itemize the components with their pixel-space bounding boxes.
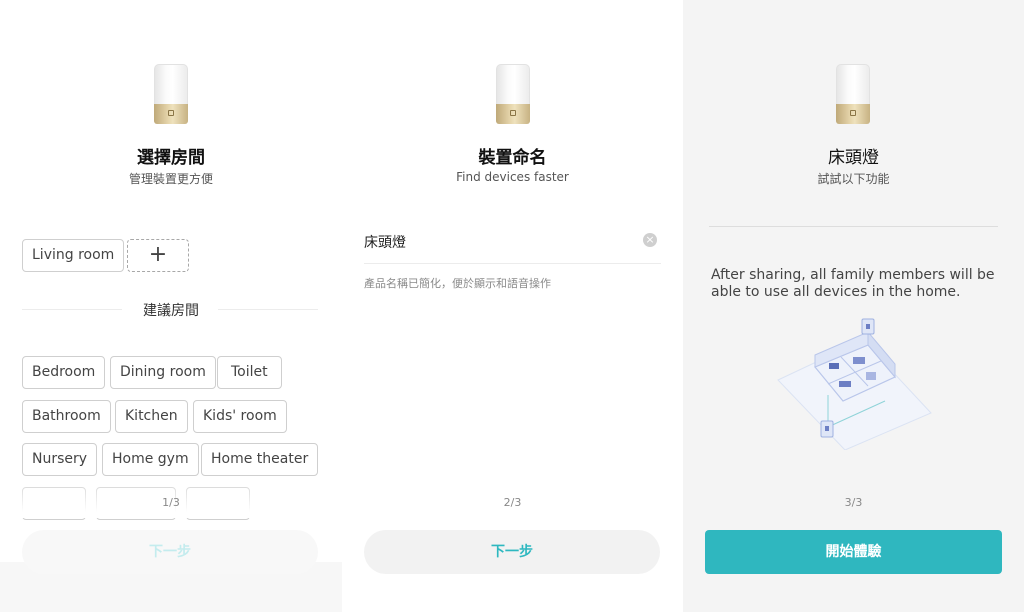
page-indicator: 3/3 — [844, 496, 863, 509]
room-chip-toilet[interactable]: Toilet — [217, 356, 282, 389]
start-experience-button[interactable]: 開始體驗 — [705, 530, 1002, 574]
bedside-lamp-image — [496, 64, 530, 124]
room-chip-nursery[interactable]: Nursery — [22, 443, 98, 476]
bedside-lamp-image — [154, 64, 188, 124]
add-room-button[interactable]: + — [127, 239, 189, 272]
divider-right — [218, 309, 318, 310]
page-subtitle: Find devices faster — [456, 170, 569, 184]
page-subtitle: 試試以下功能 — [817, 172, 890, 186]
page-title: 床頭燈 — [828, 148, 879, 168]
room-chip-bathroom[interactable]: Bathroom — [22, 400, 111, 433]
clear-icon[interactable]: × — [643, 233, 657, 247]
room-chip-dining-room[interactable]: Dining room — [110, 356, 216, 389]
page-subtitle: 管理裝置更方便 — [128, 172, 213, 186]
suggested-rooms-heading: 建議房間 — [143, 303, 199, 319]
page-title: 裝置命名 — [478, 148, 547, 168]
room-chip-home-theater[interactable]: Home theater — [201, 443, 319, 476]
name-hint: 產品名稱已簡化，便於顯示和語音操作 — [364, 277, 551, 290]
room-chip-kids-room[interactable]: Kids' room — [193, 400, 287, 433]
page-title: 選擇房間 — [137, 148, 205, 168]
page-indicator: 2/3 — [503, 496, 522, 509]
next-button[interactable]: 下一步 — [364, 530, 660, 574]
next-button[interactable]: 下一步 — [22, 530, 318, 574]
input-underline — [364, 263, 661, 264]
device-name-input[interactable]: 床頭燈 — [364, 232, 406, 252]
section-divider — [709, 226, 998, 227]
room-chip-bedroom[interactable]: Bedroom — [22, 356, 106, 389]
bedside-lamp-image — [836, 64, 870, 124]
page-indicator: 1/3 — [162, 496, 180, 509]
onboarding-screens: 選擇房間 管理裝置更方便 Living room + 建議房間 Bedroom … — [0, 0, 1024, 612]
room-chip-kitchen[interactable]: Kitchen — [115, 400, 188, 433]
smart-home-illustration — [777, 318, 932, 450]
name-device-panel: 裝置命名 Find devices faster 床頭燈 × 產品名稱已簡化，便… — [342, 0, 683, 612]
room-chip-living-room[interactable]: Living room — [22, 239, 125, 272]
share-panel: 床頭燈 試試以下功能 After sharing, all family mem… — [683, 0, 1024, 612]
select-room-panel: 選擇房間 管理裝置更方便 Living room + 建議房間 Bedroom … — [0, 0, 342, 612]
room-chip-home-gym[interactable]: Home gym — [102, 443, 199, 476]
share-description: After sharing, all family members will b… — [711, 267, 995, 300]
